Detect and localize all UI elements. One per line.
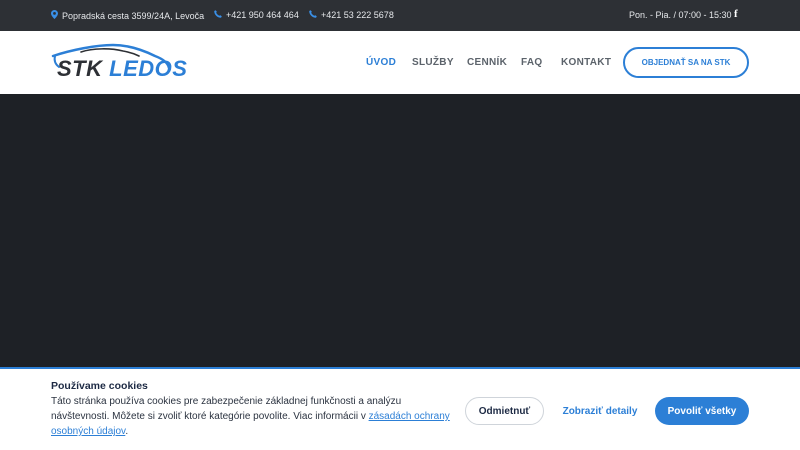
phone2-item[interactable]: +421 53 222 5678: [309, 10, 394, 20]
accept-all-cookies-button[interactable]: Povoliť všetky: [655, 397, 749, 425]
phone2-text[interactable]: +421 53 222 5678: [321, 10, 394, 20]
address-item: Popradská cesta 3599/24A, Levoča: [51, 10, 204, 21]
map-marker-icon: [51, 10, 58, 21]
cookie-title: Používame cookies: [51, 380, 148, 392]
nav-kontakt[interactable]: KONTAKT: [561, 57, 611, 68]
nav-sluzby[interactable]: SLUŽBY: [412, 57, 454, 68]
nav-faq[interactable]: FAQ: [521, 57, 542, 68]
address-text: Popradská cesta 3599/24A, Levoča: [62, 10, 205, 21]
show-details-button[interactable]: Zobraziť detaily: [558, 397, 642, 425]
cookie-banner: Používame cookies Táto stránka používa c…: [0, 367, 800, 450]
cookie-text-body: Táto stránka používa cookies pre zabezpe…: [51, 396, 402, 422]
phone-icon: [309, 10, 317, 20]
site-header: STK LEDOS ÚVOD SLUŽBY CENNÍK FAQ KONTAKT…: [0, 31, 800, 94]
facebook-icon[interactable]: f: [734, 8, 738, 20]
logo-part-ledos: LEDOS: [109, 56, 188, 81]
nav-cennik[interactable]: CENNÍK: [467, 57, 507, 68]
opening-hours: Pon. - Pia. / 07:00 - 15:30: [629, 10, 732, 20]
decline-cookies-button[interactable]: Odmietnuť: [465, 397, 544, 425]
book-stk-button[interactable]: OBJEDNAŤ SA NA STK: [623, 47, 749, 78]
phone1-text[interactable]: +421 950 464 464: [226, 10, 299, 20]
phone-icon: [214, 10, 222, 20]
logo-text: STK LEDOS: [57, 56, 187, 82]
phone1-item[interactable]: +421 950 464 464: [214, 10, 299, 20]
cookie-text-end: .: [125, 426, 129, 437]
hero-section: [0, 94, 800, 367]
top-info-bar: Popradská cesta 3599/24A, Levoča +421 95…: [0, 0, 800, 31]
nav-uvod[interactable]: ÚVOD: [366, 57, 396, 68]
logo-part-stk: STK: [57, 56, 103, 81]
logo[interactable]: STK LEDOS: [51, 42, 187, 84]
cookie-text: Táto stránka používa cookies pre zabezpe…: [51, 394, 451, 439]
